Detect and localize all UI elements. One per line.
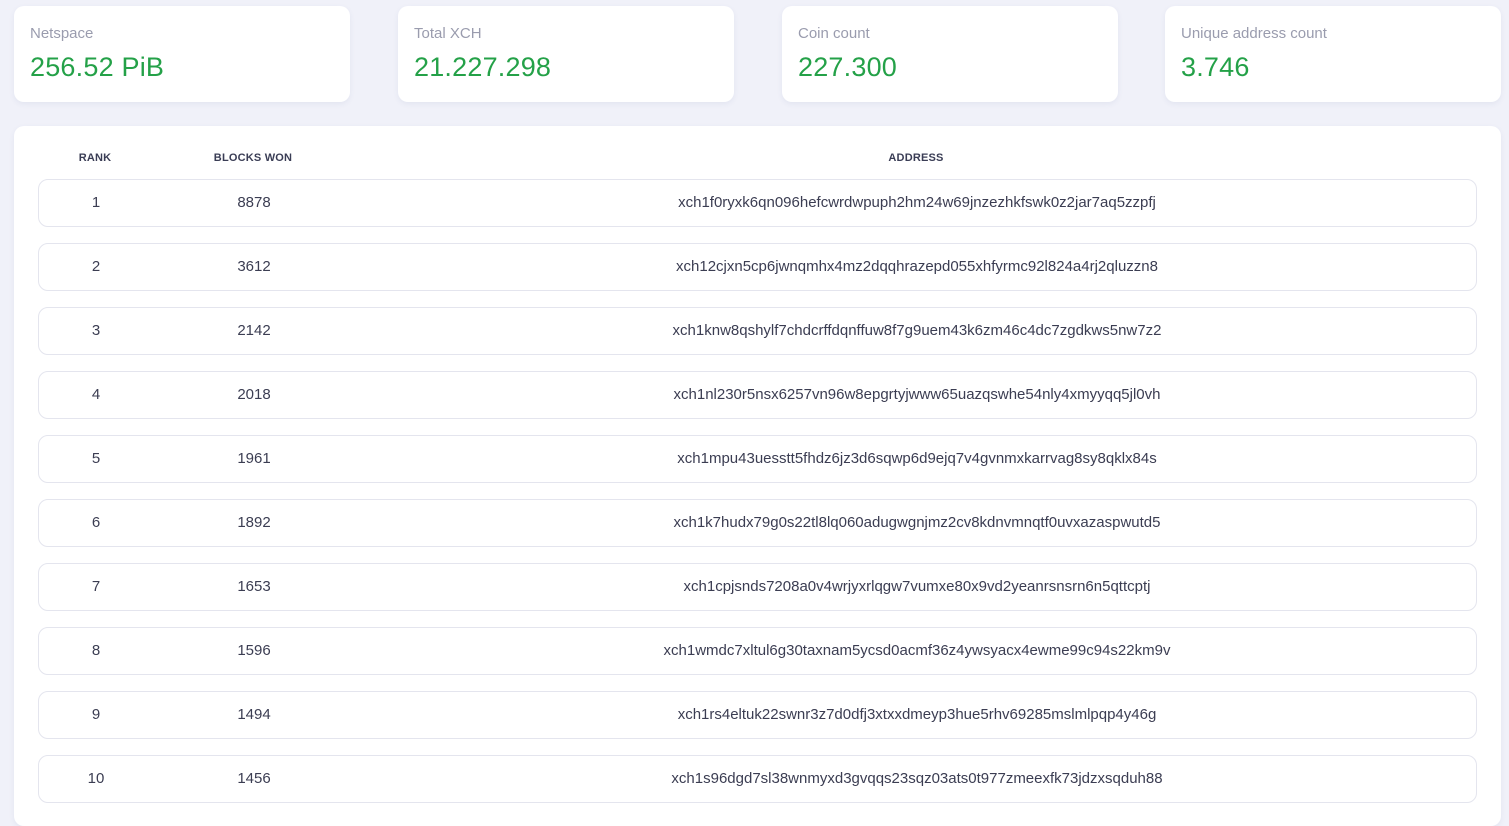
stat-value: 256.52 PiB [30,52,165,82]
address-cell[interactable]: xch1mpu43uesstt5fhdz6jz3d6sqwp6d9ejq7v4g… [677,450,1156,467]
stat-value: 3.746 [1181,52,1250,82]
blocks-won-cell: 1653 [237,578,271,595]
blocks-won-cell: 1456 [237,770,271,787]
table-row[interactable]: 9 1494 xch1rs4eltuk22swnr3z7d0dfj3xtxxdmey… [38,691,1477,739]
rank-cell: 1 [91,194,101,211]
column-header-blocks-won[interactable]: BLOCKS WON [214,152,292,164]
table-row[interactable]: 6 1892 xch1k7hudx79g0s22tl8lq060adugwgnjmz… [38,499,1477,547]
address-cell[interactable]: xch1knw8qshylf7chdcrffdqnffuw8f7g9uem43k… [673,322,1162,339]
rank-cell: 2 [91,258,101,275]
stat-card-unique-address-count: Unique address count 3.746 [1165,6,1501,102]
column-header-rank[interactable]: RANK [79,152,112,164]
address-cell[interactable]: xch1nl230r5nsx6257vn96w8epgrtyjwww65uazq… [674,386,1161,403]
column-header-address[interactable]: ADDRESS [888,152,943,164]
address-cell[interactable]: xch1s96dgd7sl38wnmyxd3gvqqs23sqz03ats0t9… [671,770,1162,787]
stats-bar: Netspace 256.52 PiB Total XCH 21.227.298… [14,6,1501,102]
table-row[interactable]: 8 1596 xch1wmdc7xltul6g30taxnam5ycsd0acmf3… [38,627,1477,675]
address-cell[interactable]: xch12cjxn5cp6jwnqmhx4mz2dqqhrazepd055xhf… [676,258,1158,275]
rank-cell: 7 [91,578,101,595]
table-row[interactable]: 10 1456 xch1s96dgd7sl38wnmyxd3gvqqs23sqz03… [38,755,1477,803]
stat-label: Unique address count [1181,25,1327,42]
blocks-won-cell: 1596 [237,642,271,659]
table-row[interactable]: 1 8878 xch1f0ryxk6qn096hefcwrdwpuph2hm24w6… [38,179,1477,227]
blocks-won-cell: 1961 [237,450,271,467]
stat-card-total-xch: Total XCH 21.227.298 [398,6,734,102]
blocks-won-cell: 1494 [237,706,271,723]
rank-cell: 4 [91,386,101,403]
rank-cell: 3 [91,322,101,339]
stat-card-netspace: Netspace 256.52 PiB [14,6,350,102]
rank-cell: 5 [91,450,101,467]
blocks-won-cell: 2142 [237,322,271,339]
stat-label: Total XCH [414,25,482,42]
rank-cell: 9 [91,706,101,723]
blocks-won-cell: 1892 [237,514,271,531]
table-row[interactable]: 2 3612 xch12cjxn5cp6jwnqmhx4mz2dqqhrazepd0… [38,243,1477,291]
address-cell[interactable]: xch1cpjsnds7208a0v4wrjyxrlqgw7vumxe80x9v… [684,578,1151,595]
table-row[interactable]: 3 2142 xch1knw8qshylf7chdcrffdqnffuw8f7g9u… [38,307,1477,355]
stat-value: 227.300 [798,52,897,82]
table-header: RANK BLOCKS WON ADDRESS [38,152,1477,168]
address-cell[interactable]: xch1rs4eltuk22swnr3z7d0dfj3xtxxdmeyp3hue… [678,706,1157,723]
table-row[interactable]: 5 1961 xch1mpu43uesstt5fhdz6jz3d6sqwp6d9ej… [38,435,1477,483]
table-row[interactable]: 7 1653 xch1cpjsnds7208a0v4wrjyxrlqgw7vumxe… [38,563,1477,611]
address-cell[interactable]: xch1f0ryxk6qn096hefcwrdwpuph2hm24w69jnze… [678,194,1156,211]
rank-cell: 8 [91,642,101,659]
stat-value: 21.227.298 [414,52,552,82]
blocks-won-cell: 3612 [237,258,271,275]
farmers-table: RANK BLOCKS WON ADDRESS 1 8878 xch1f0ryxk6… [14,126,1501,826]
address-cell[interactable]: xch1wmdc7xltul6g30taxnam5ycsd0acmf36z4yw… [664,642,1171,659]
blocks-won-cell: 2018 [237,386,271,403]
address-cell[interactable]: xch1k7hudx79g0s22tl8lq060adugwgnjmz2cv8k… [674,514,1161,531]
stat-card-coin-count: Coin count 227.300 [782,6,1118,102]
blocks-won-cell: 8878 [237,194,271,211]
stat-label: Coin count [798,25,870,42]
rank-cell: 6 [91,514,101,531]
rank-cell: 10 [87,770,105,787]
stat-label: Netspace [30,25,94,42]
table-row[interactable]: 4 2018 xch1nl230r5nsx6257vn96w8epgrtyjwww6… [38,371,1477,419]
